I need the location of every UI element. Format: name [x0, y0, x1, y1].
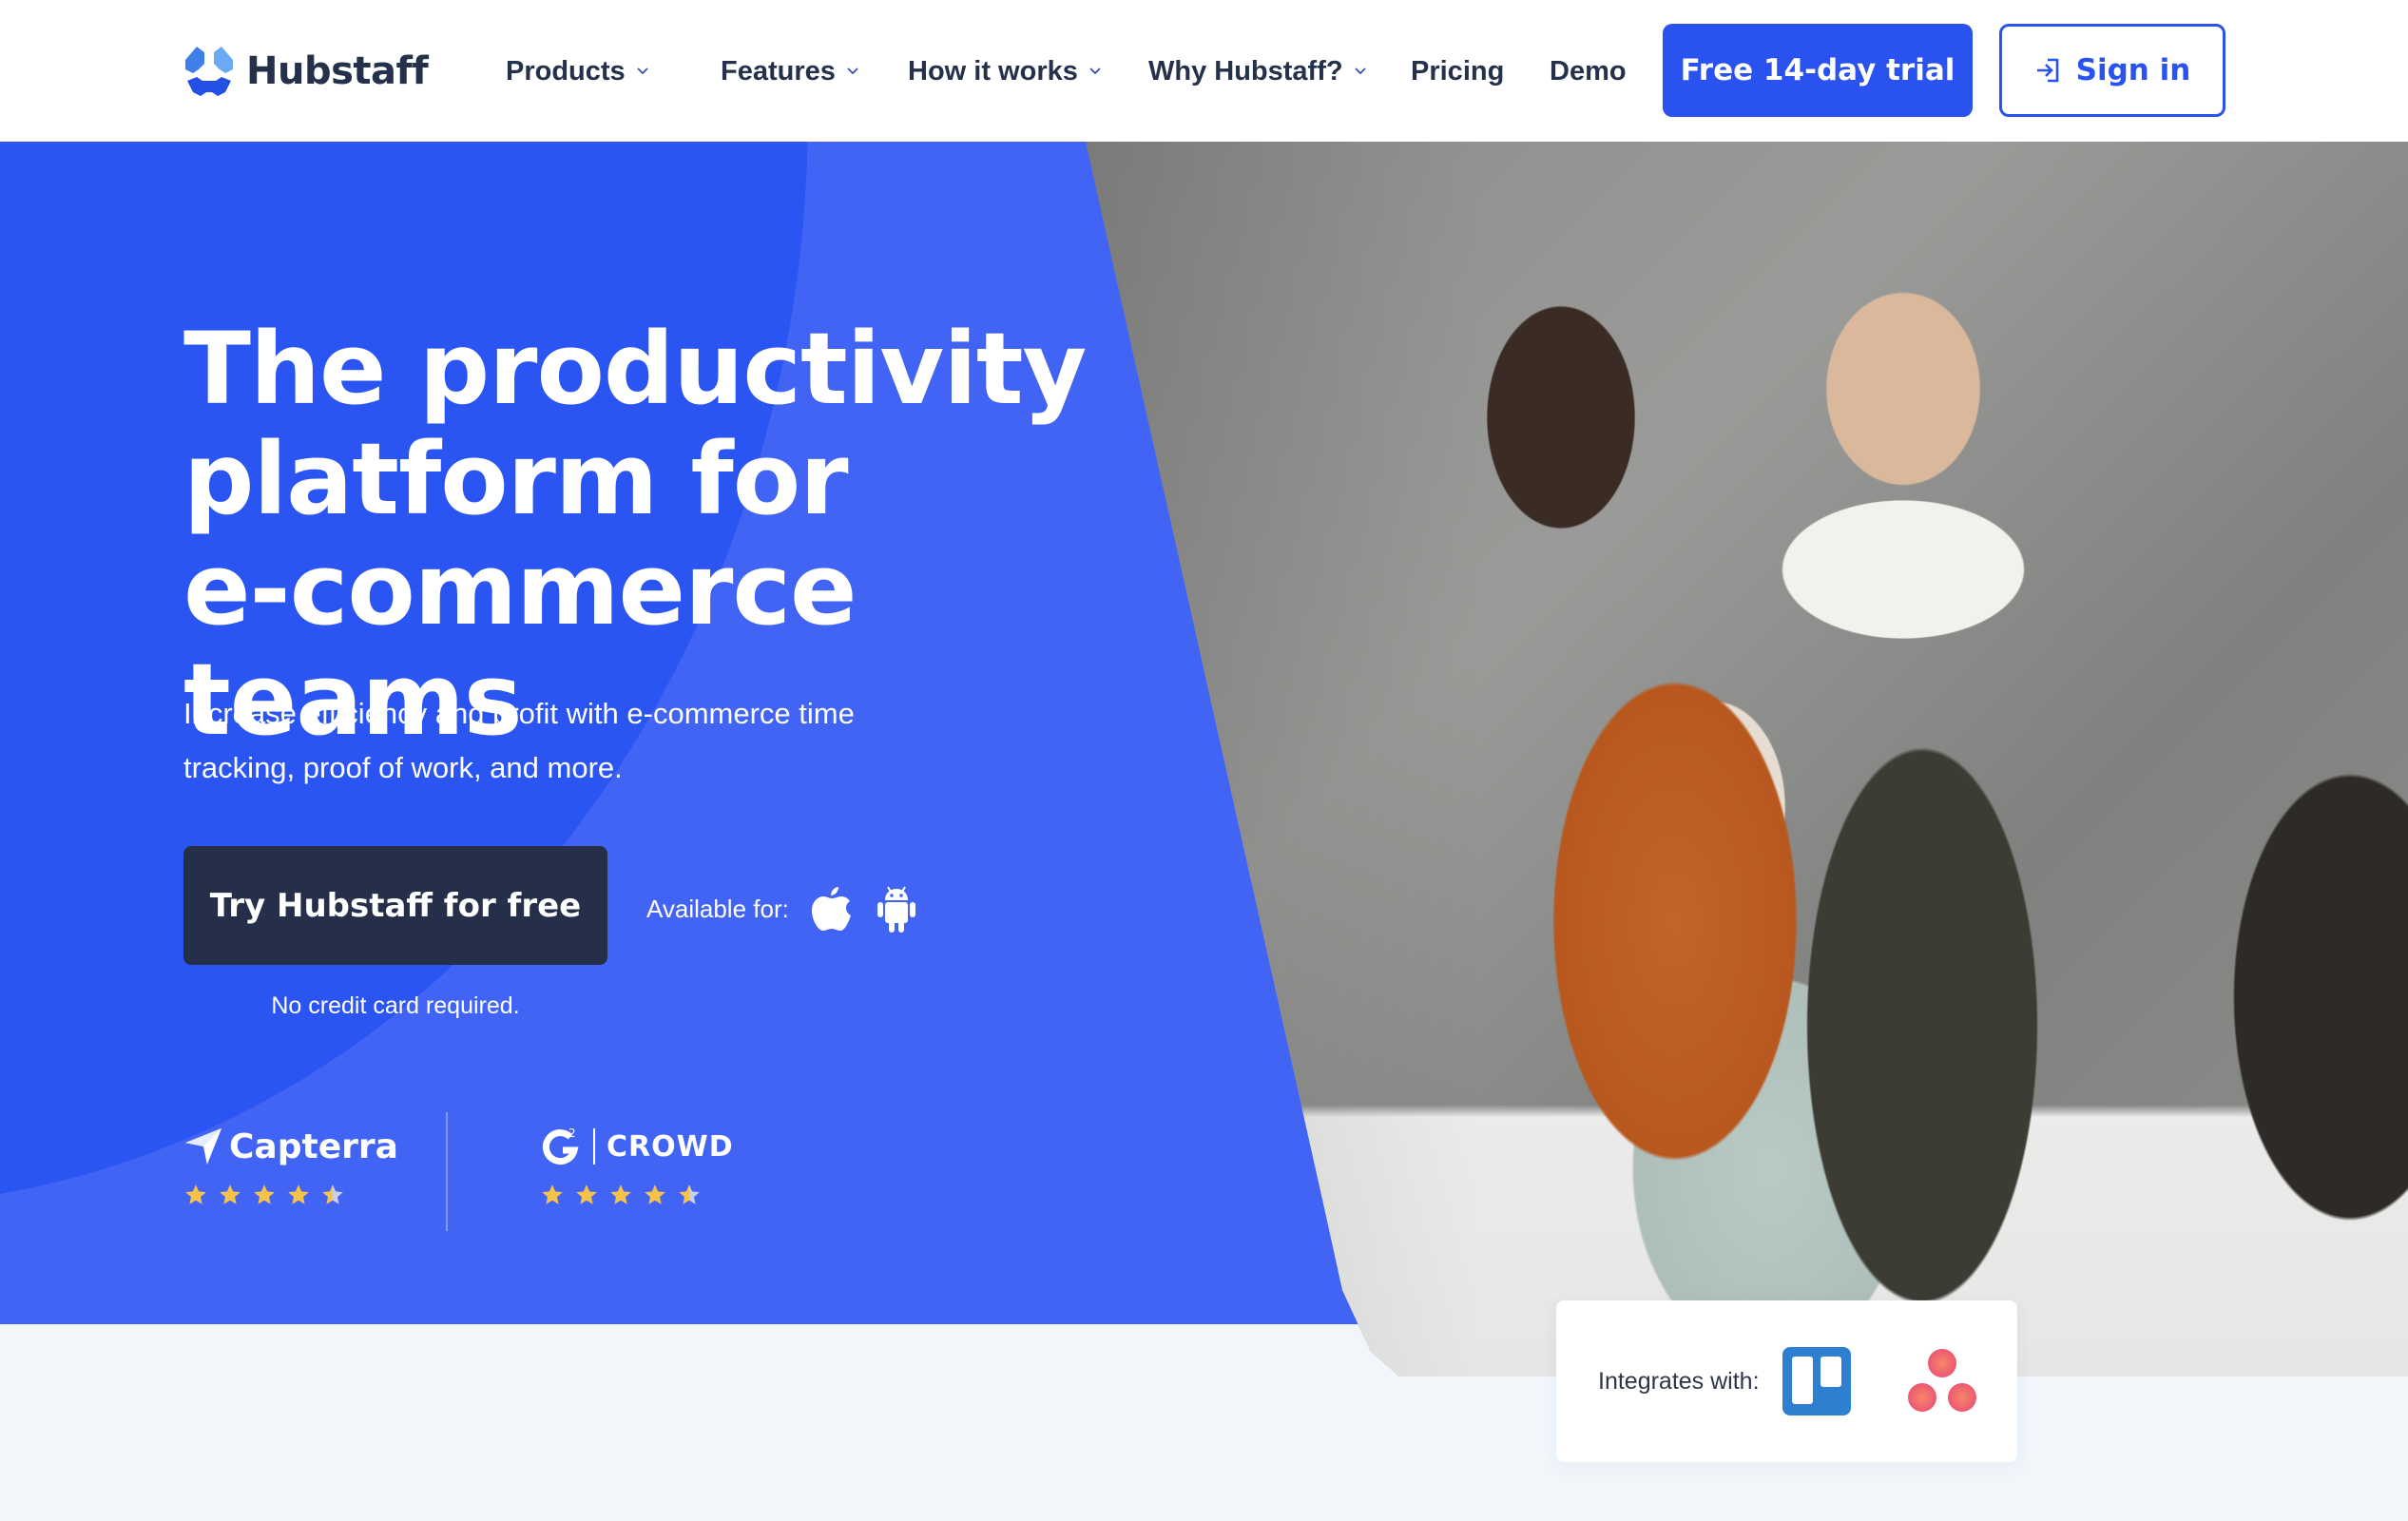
nav-demo[interactable]: Demo: [1550, 48, 1627, 95]
nav-label: Products: [506, 55, 626, 87]
top-navigation: Hubstaff Products Features How it works …: [0, 0, 2408, 142]
page: Hubstaff Products Features How it works …: [0, 0, 2408, 1521]
sign-in-icon: [2036, 58, 2058, 83]
integrations-label: Integrates with:: [1598, 1367, 1760, 1395]
android-icon[interactable]: [875, 883, 918, 934]
nav-label: Features: [721, 55, 836, 87]
star-icon: [220, 1184, 241, 1204]
integrations-card: Integrates with:: [1556, 1300, 2017, 1462]
star-icon: [576, 1184, 597, 1204]
sign-in-label: Sign in: [2075, 53, 2191, 87]
g2-stars: [540, 1183, 734, 1207]
star-icon: [610, 1184, 631, 1204]
headline-line: The productivity: [183, 311, 1087, 427]
nav-label: How it works: [908, 55, 1078, 87]
nav-products[interactable]: Products: [506, 48, 650, 95]
asana-icon[interactable]: [1906, 1348, 1978, 1415]
chevron-down-icon: [1089, 67, 1101, 75]
capterra-rating[interactable]: Capterra: [183, 1122, 398, 1207]
capterra-logo-icon: [184, 1127, 222, 1165]
g2-crowd-rating[interactable]: 2 CROWD: [540, 1122, 734, 1207]
nav-label: Pricing: [1411, 55, 1505, 87]
capterra-stars: [183, 1183, 398, 1207]
reviews-divider: [446, 1112, 448, 1231]
capterra-name: Capterra: [229, 1126, 398, 1166]
g2-crowd-logo: 2 CROWD: [540, 1122, 734, 1171]
trello-icon[interactable]: [1782, 1347, 1851, 1415]
star-icon: [322, 1184, 343, 1204]
hubstaff-logo[interactable]: Hubstaff: [183, 43, 429, 100]
hero-subtext: Increase efficiency and profit with e-co…: [183, 697, 855, 784]
apple-icon[interactable]: [810, 883, 854, 934]
chevron-down-icon: [1354, 67, 1366, 75]
logo-text: Hubstaff: [246, 49, 429, 93]
available-label: Available for:: [646, 894, 789, 923]
star-icon: [288, 1184, 309, 1204]
star-icon: [542, 1184, 563, 1204]
capterra-logo: Capterra: [183, 1122, 398, 1171]
star-icon: [679, 1184, 700, 1204]
g2-crowd-name: CROWD: [607, 1129, 734, 1164]
nav-how-it-works[interactable]: How it works: [908, 48, 1103, 95]
svg-text:2: 2: [568, 1126, 576, 1140]
no-credit-card-note: No credit card required.: [271, 992, 520, 1019]
star-icon: [645, 1184, 665, 1204]
free-trial-label: Free 14-day trial: [1680, 53, 1955, 87]
chevron-down-icon: [637, 67, 648, 75]
try-free-label: Try Hubstaff for free: [209, 886, 582, 925]
free-trial-button[interactable]: Free 14-day trial: [1663, 24, 1973, 117]
nav-why-hubstaff[interactable]: Why Hubstaff?: [1148, 48, 1368, 95]
nav-label: Demo: [1550, 55, 1627, 87]
try-free-button[interactable]: Try Hubstaff for free: [183, 846, 607, 965]
star-icon: [185, 1184, 206, 1204]
g2-logo-icon: 2: [542, 1126, 579, 1165]
hubstaff-logo-icon: [185, 47, 233, 96]
headline-line: platform for: [183, 421, 849, 537]
sign-in-button[interactable]: Sign in: [1999, 24, 2225, 117]
chevron-down-icon: [847, 67, 858, 75]
nav-label: Why Hubstaff?: [1148, 55, 1343, 87]
nav-pricing[interactable]: Pricing: [1411, 48, 1504, 95]
star-icon: [254, 1184, 275, 1204]
available-platforms: Available for:: [646, 882, 918, 935]
nav-features[interactable]: Features: [721, 48, 860, 95]
